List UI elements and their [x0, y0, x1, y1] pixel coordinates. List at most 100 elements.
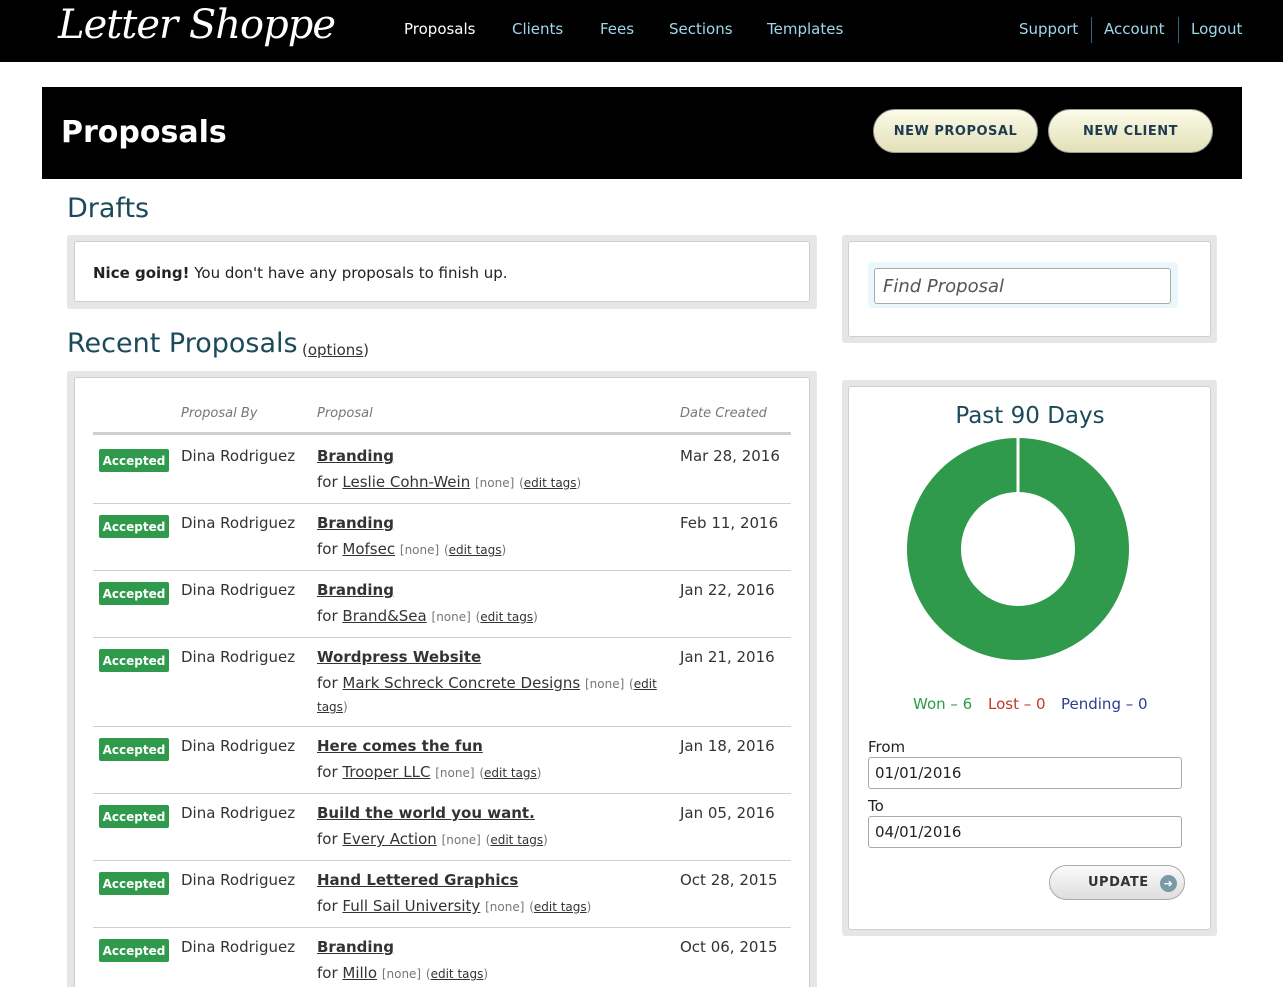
nav-account[interactable]: Account — [1104, 20, 1165, 38]
nav-clients[interactable]: Clients — [512, 20, 563, 38]
nav-divider — [1091, 17, 1092, 43]
client-link[interactable]: Millo — [342, 964, 377, 982]
table-row: Accepted Dina Rodriguez Here comes the f… — [93, 727, 791, 794]
for-label: for — [317, 674, 338, 692]
edit-tags-link[interactable]: edit tags — [490, 833, 543, 847]
new-client-button[interactable]: NEW CLIENT — [1048, 109, 1213, 153]
table-row: Accepted Dina Rodriguez Branding for Bra… — [93, 571, 791, 638]
date-created: Oct 06, 2015 — [680, 938, 778, 956]
nav-divider — [1178, 17, 1179, 43]
date-created: Jan 21, 2016 — [680, 648, 775, 666]
nav-support[interactable]: Support — [1019, 20, 1078, 38]
new-proposal-button[interactable]: NEW PROPOSAL — [873, 109, 1038, 153]
table-row: Accepted Dina Rodriguez Branding for Mof… — [93, 504, 791, 571]
date-created: Jan 18, 2016 — [680, 737, 775, 755]
proposal-link[interactable]: Branding — [317, 447, 394, 465]
proposal-link[interactable]: Here comes the fun — [317, 737, 483, 755]
find-proposal-input[interactable] — [874, 268, 1171, 304]
for-label: for — [317, 540, 338, 558]
date-created: Feb 11, 2016 — [680, 514, 779, 532]
client-link[interactable]: Mofsec — [342, 540, 395, 558]
edit-tags-link[interactable]: edit tags — [449, 543, 502, 557]
client-link[interactable]: Trooper LLC — [342, 763, 430, 781]
edit-tags-link[interactable]: edit tags — [480, 610, 533, 624]
table-row: Accepted Dina Rodriguez Wordpress Websit… — [93, 638, 791, 727]
proposal-link[interactable]: Branding — [317, 514, 394, 532]
column-header-proposal[interactable]: Proposal — [317, 406, 373, 421]
options-link-wrap: (options) — [302, 341, 369, 359]
column-header-proposal-by[interactable]: Proposal By — [181, 406, 257, 421]
proposal-link[interactable]: Hand Lettered Graphics — [317, 871, 518, 889]
from-date-input[interactable] — [868, 757, 1182, 789]
update-button[interactable]: UPDATE ➜ — [1049, 865, 1185, 900]
date-created: Oct 28, 2015 — [680, 871, 778, 889]
status-badge: Accepted — [99, 872, 169, 895]
for-label: for — [317, 964, 338, 982]
search-field-wrap — [868, 262, 1178, 308]
for-label: for — [317, 897, 338, 915]
edit-tags-link[interactable]: edit tags — [524, 476, 577, 490]
proposal-link[interactable]: Branding — [317, 938, 394, 956]
arrow-right-icon: ➜ — [1160, 875, 1177, 892]
app-logo[interactable]: Letter Shoppe — [58, 2, 336, 48]
legend-lost: Lost – 0 — [988, 695, 1046, 713]
from-label: From — [868, 738, 906, 756]
proposal-link[interactable]: Build the world you want. — [317, 804, 535, 822]
tags-value: [none] — [399, 543, 440, 557]
tags-value: [none] — [381, 967, 422, 981]
drafts-message-bold: Nice going! — [93, 264, 190, 282]
nav-templates[interactable]: Templates — [767, 20, 843, 38]
proposal-author: Dina Rodriguez — [181, 804, 296, 822]
proposal-client-line: for Mark Schreck Concrete Designs [none]… — [317, 674, 657, 714]
proposal-link[interactable]: Wordpress Website — [317, 648, 481, 666]
proposal-link[interactable]: Branding — [317, 581, 394, 599]
client-link[interactable]: Mark Schreck Concrete Designs — [342, 674, 580, 692]
table-row: Accepted Dina Rodriguez Hand Lettered Gr… — [93, 861, 791, 928]
for-label: for — [317, 830, 338, 848]
tags-value: [none] — [474, 476, 515, 490]
nav-sections[interactable]: Sections — [669, 20, 733, 38]
proposal-client-line: for Trooper LLC [none] (edit tags) — [317, 763, 542, 781]
status-badge: Accepted — [99, 649, 169, 672]
drafts-heading: Drafts — [67, 193, 150, 224]
proposal-author: Dina Rodriguez — [181, 938, 296, 956]
table-header-rule — [93, 432, 791, 435]
nav-logout[interactable]: Logout — [1191, 20, 1242, 38]
client-link[interactable]: Full Sail University — [342, 897, 480, 915]
edit-tags-link[interactable]: edit tags — [534, 900, 587, 914]
to-date-input[interactable] — [868, 816, 1182, 848]
table-row: Accepted Dina Rodriguez Branding for Mil… — [93, 928, 791, 987]
top-nav-bar: Letter Shoppe Proposals Clients Fees Sec… — [0, 0, 1283, 62]
drafts-message: Nice going! You don't have any proposals… — [93, 264, 508, 282]
stats-title: Past 90 Days — [955, 403, 1105, 429]
column-header-date-created[interactable]: Date Created — [680, 406, 767, 421]
client-link[interactable]: Leslie Cohn-Wein — [342, 473, 470, 491]
tags-value: [none] — [435, 766, 475, 780]
status-badge: Accepted — [99, 939, 169, 962]
status-badge: Accepted — [99, 805, 169, 828]
proposal-author: Dina Rodriguez — [181, 737, 296, 755]
edit-tags-link[interactable]: edit tags — [431, 967, 484, 981]
nav-proposals[interactable]: Proposals — [404, 20, 475, 38]
status-badge: Accepted — [99, 738, 169, 761]
proposal-client-line: for Every Action [none] (edit tags) — [317, 830, 548, 848]
proposal-author: Dina Rodriguez — [181, 514, 296, 532]
status-badge: Accepted — [99, 582, 169, 605]
client-link[interactable]: Every Action — [342, 830, 436, 848]
legend-pending: Pending – 0 — [1061, 695, 1148, 713]
proposal-author: Dina Rodriguez — [181, 581, 296, 599]
edit-tags-link[interactable]: edit tags — [484, 766, 537, 780]
date-created: Mar 28, 2016 — [680, 447, 780, 465]
nav-fees[interactable]: Fees — [600, 20, 634, 38]
proposal-client-line: for Brand&Sea [none] (edit tags) — [317, 607, 538, 625]
update-button-label: UPDATE — [1088, 875, 1149, 890]
tags-value: [none] — [485, 900, 525, 914]
client-link[interactable]: Brand&Sea — [342, 607, 426, 625]
options-link[interactable]: options — [308, 341, 363, 359]
tags-value: [none] — [584, 677, 625, 691]
for-label: for — [317, 473, 338, 491]
legend-won: Won – 6 — [913, 695, 973, 713]
for-label: for — [317, 763, 338, 781]
tags-value: [none] — [431, 610, 471, 624]
date-created: Jan 22, 2016 — [680, 581, 775, 599]
